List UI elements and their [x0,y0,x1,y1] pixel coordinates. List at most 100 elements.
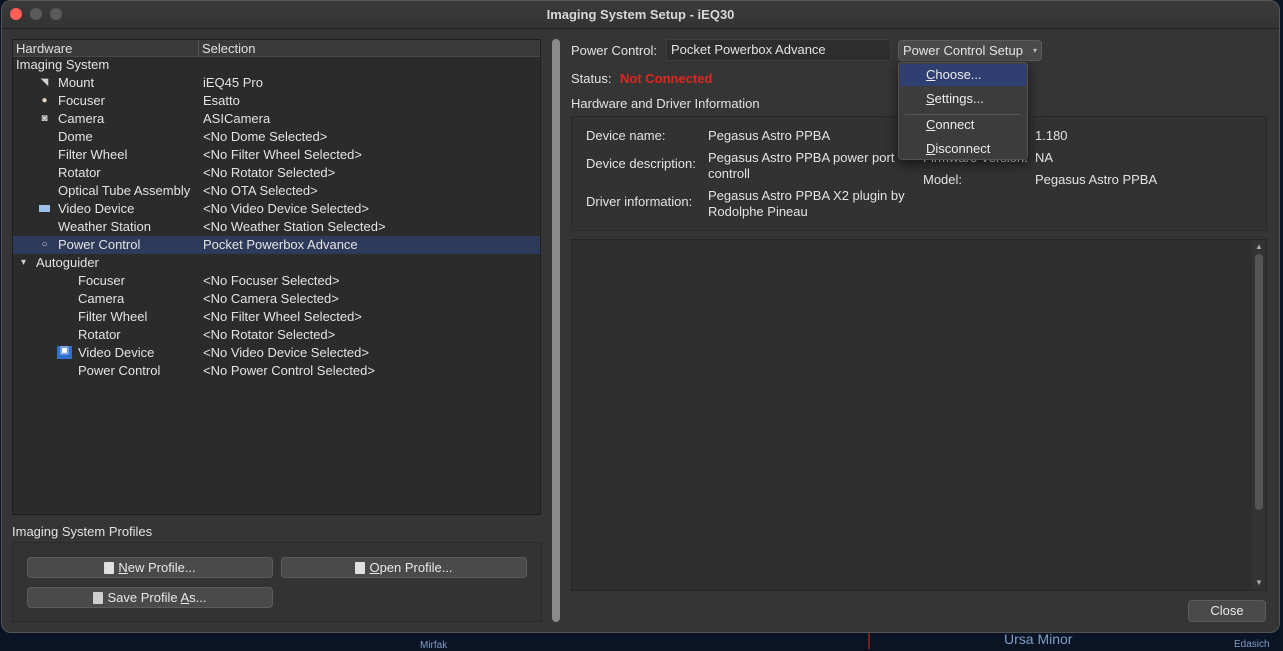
tree-row-selection: <No Filter Wheel Selected> [203,309,362,324]
menu-item-settings[interactable]: Settings... [900,88,1026,110]
mount-icon: ◥ [40,77,49,88]
tree-row-selection: <No Rotator Selected> [203,165,336,180]
connect-mnemonic: C [926,117,936,132]
tree-row[interactable]: Camera <No Camera Selected> [13,290,540,308]
disconnect-mnemonic: D [926,141,936,156]
tree-row-selection: <No Focuser Selected> [203,273,340,288]
tree-row[interactable]: ▭ Video Device <No Video Device Selected> [13,200,540,218]
device-name-label: Device name: [586,128,666,143]
tree-row[interactable]: Filter Wheel <No Filter Wheel Selected> [13,308,540,326]
tree-row-selection: ASICamera [203,111,271,126]
video-icon: ▭ [39,204,50,215]
log-scrollbar[interactable]: ▲ ▼ [1252,240,1266,590]
disconnect-label: isconnect [935,141,991,156]
power-control-setup-label: Power Control Setup [903,43,1023,58]
new-profile-label: ew Profile... [127,560,196,575]
hardware-info-section-title: Hardware and Driver Information [571,96,760,111]
power-icon: ○ [41,239,48,250]
tree-row[interactable]: Power Control <No Power Control Selected> [13,362,540,380]
open-profile-mnemonic: O [369,560,380,575]
tree-row[interactable]: ◥ Mount iEQ45 Pro [13,74,540,92]
choose-mnemonic: C [926,67,936,82]
tree-row[interactable]: ◙ Camera ASICamera [13,110,540,128]
device-description-value-line2: controll [708,166,750,181]
firmware-version-value: NA [1035,150,1054,165]
menu-item-connect[interactable]: Connect [900,114,1026,136]
scrollbar-thumb[interactable] [1255,254,1263,510]
column-header-hardware[interactable]: Hardware [16,41,72,56]
model-value: Pegasus Astro PPBA [1035,172,1158,187]
tree-row-selection: Esatto [203,93,240,108]
tree-row-hardware: Rotator [58,165,101,180]
tree-row[interactable]: ○ Power Control Pocket Powerbox Advance [13,236,540,254]
tree-row[interactable]: Imaging System [13,56,540,74]
expand-arrow-icon[interactable]: ▾ [18,258,29,268]
driver-version-value: 1.180 [1035,128,1068,143]
tree-row-hardware: Imaging System [16,57,110,72]
tree-row-hardware: Filter Wheel [58,147,128,162]
title-bar: Imaging System Setup - iEQ30 [2,1,1279,29]
driver-info-value-line1: Pegasus Astro PPBA X2 plugin by [708,188,905,203]
tree-row-selection: <No OTA Selected> [203,183,318,198]
device-name-value: Pegasus Astro PPBA [708,128,831,143]
tree-row-hardware: Video Device [78,345,155,360]
tree-row[interactable]: Dome <No Dome Selected> [13,128,540,146]
tree-row-hardware: Video Device [58,201,135,216]
tree-row-hardware: Focuser [78,273,125,288]
tree-row-hardware: Autoguider [36,255,99,270]
camera-icon: ◙ [41,113,48,124]
tree-row-hardware: Dome [58,129,93,144]
device-description-value-line1: Pegasus Astro PPBA power port [708,150,895,165]
model-label: Model: [923,172,963,187]
tree-row-hardware: Mount [58,75,95,90]
save-profile-label-pre: Save Profile [107,590,181,605]
profiles-group [12,542,542,622]
tree-row[interactable]: ▣ Video Device <No Video Device Selected> [13,344,540,362]
menu-item-disconnect[interactable]: Disconnect [900,138,1026,160]
scroll-up-icon[interactable]: ▲ [1255,242,1263,251]
tree-row-hardware: Camera [58,111,105,126]
new-file-icon [104,562,115,574]
tree-row-selection: <No Power Control Selected> [203,363,375,378]
choose-label: hoose... [935,67,982,82]
tree-row-hardware: Weather Station [58,219,151,234]
profiles-title: Imaging System Profiles [12,524,153,539]
tree-row[interactable]: Filter Wheel <No Filter Wheel Selected> [13,146,540,164]
sky-label-edasich: Edasich [1234,639,1270,650]
tree-row[interactable]: Rotator <No Rotator Selected> [13,164,540,182]
power-control-device-field: Pocket Powerbox Advance [666,39,891,61]
tree-row-selection: Pocket Powerbox Advance [203,237,358,252]
column-header-selection[interactable]: Selection [202,41,255,56]
panel-splitter[interactable] [552,39,560,622]
power-control-setup-dropdown[interactable]: Power Control Setup ▾ [898,40,1042,61]
tree-row[interactable]: Weather Station <No Weather Station Selec… [13,218,540,236]
tree-row-selection: <No Rotator Selected> [203,327,336,342]
focuser-icon: ● [41,95,48,106]
sky-label-mirfak: Mirfak [420,640,448,651]
tree-row-selection: <No Camera Selected> [203,291,339,306]
driver-info-label: Driver information: [586,194,693,209]
tree-row-selection: <No Video Device Selected> [203,345,369,360]
connect-label: onnect [935,117,975,132]
power-control-label: Power Control: [571,43,657,58]
tree-row[interactable]: ▾ Autoguider [13,254,540,272]
tree-row[interactable]: Optical Tube Assembly <No OTA Selected> [13,182,540,200]
tree-row-selection: <No Filter Wheel Selected> [203,147,362,162]
window-title: Imaging System Setup - iEQ30 [546,7,735,22]
save-profile-as-button[interactable]: Save Profile As... [27,587,273,608]
save-profile-mnemonic: A [180,590,190,605]
menu-item-choose[interactable]: Choose... [900,64,1026,86]
scroll-down-icon[interactable]: ▼ [1255,578,1263,587]
new-profile-button[interactable]: New Profile... [27,557,273,578]
open-file-icon [355,562,366,574]
new-profile-mnemonic: N [118,560,128,575]
settings-label: ettings... [934,91,984,106]
tree-row[interactable]: Focuser <No Focuser Selected> [13,272,540,290]
tree-row[interactable]: ● Focuser Esatto [13,92,540,110]
column-divider[interactable] [198,40,199,56]
close-button[interactable]: Close [1188,600,1266,622]
tree-row[interactable]: Rotator <No Rotator Selected> [13,326,540,344]
open-profile-button[interactable]: Open Profile... [281,557,527,578]
output-log-area[interactable]: ▲ ▼ [571,239,1267,591]
hardware-tree[interactable]: Hardware Selection Imaging System ◥ Mount i… [12,39,541,515]
